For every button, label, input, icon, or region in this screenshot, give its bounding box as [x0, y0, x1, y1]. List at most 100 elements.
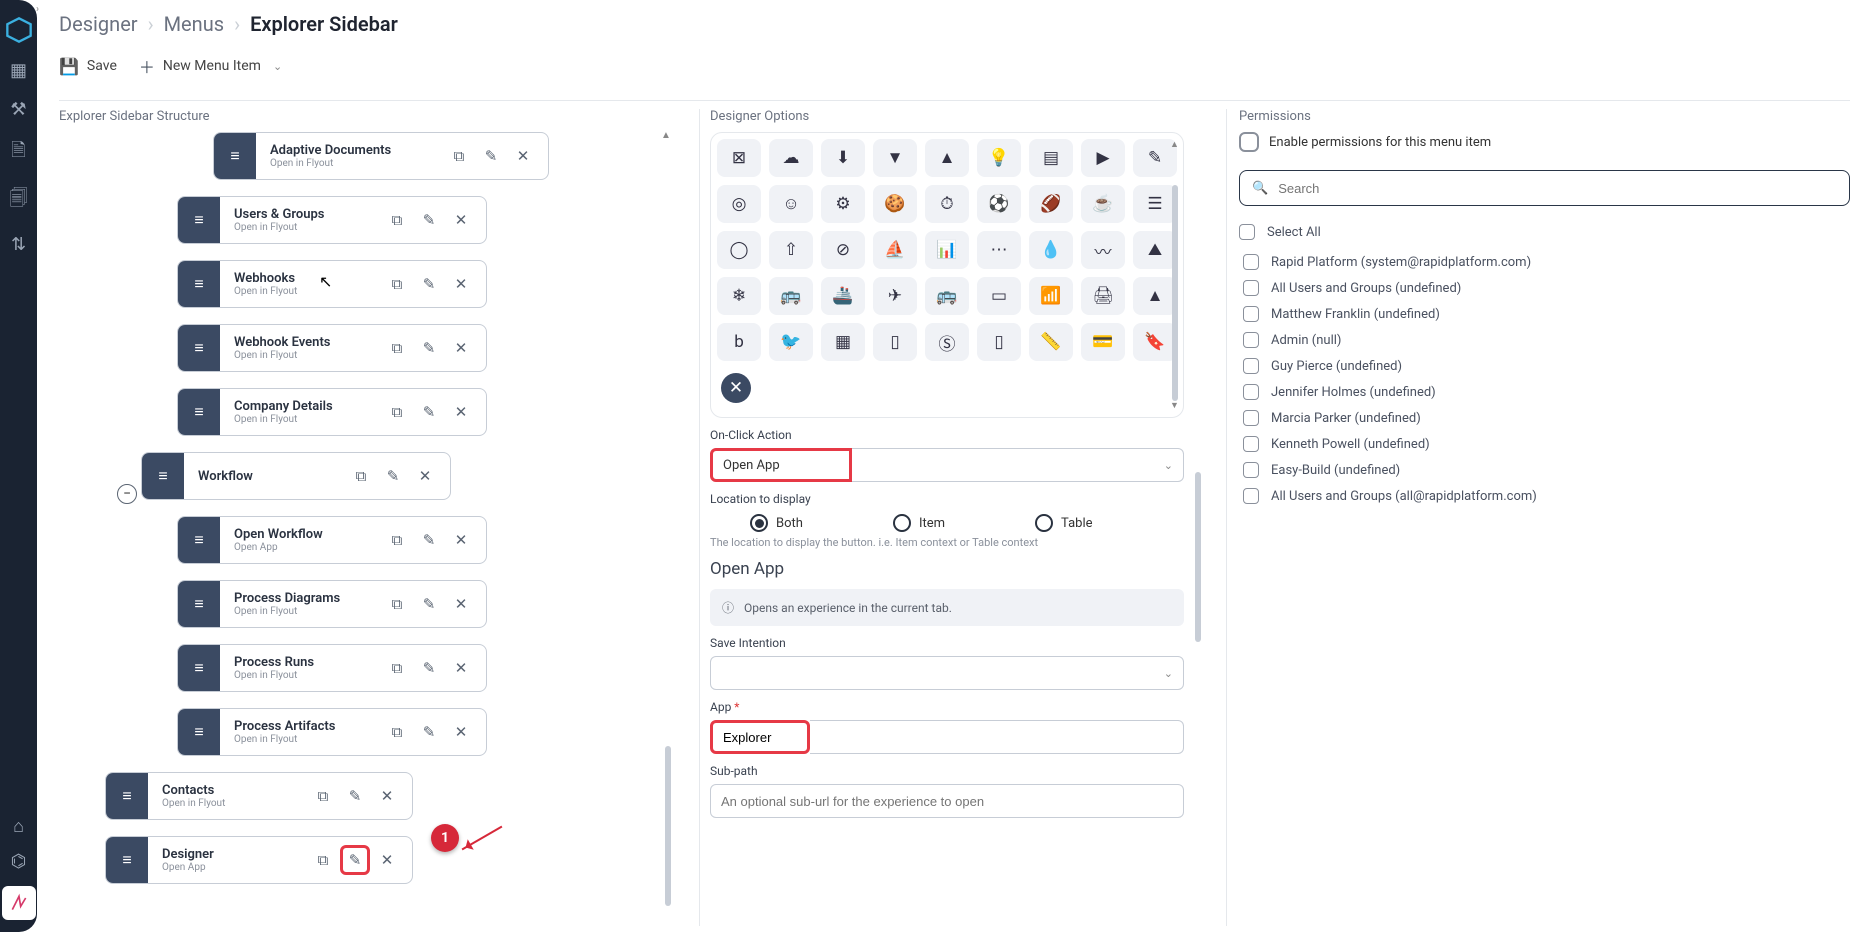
- icon-option[interactable]: 🐦: [769, 323, 813, 361]
- delete-button[interactable]: ✕: [410, 461, 440, 491]
- rail-pages-icon[interactable]: 🗐: [10, 186, 28, 216]
- delete-button[interactable]: ✕: [446, 717, 476, 747]
- rail-chart-icon[interactable]: ⇅: [11, 234, 26, 255]
- icon-option[interactable]: 💳: [1081, 323, 1125, 361]
- drag-handle-icon[interactable]: ≡: [178, 581, 220, 627]
- icon-option[interactable]: ⋯: [977, 231, 1021, 269]
- icon-option[interactable]: 🚢: [821, 277, 865, 315]
- drag-handle-icon[interactable]: ≡: [178, 261, 220, 307]
- icon-option-selected[interactable]: ✕: [721, 373, 751, 403]
- edit-button[interactable]: ✎: [414, 205, 444, 235]
- on-click-action-expand[interactable]: ⌄: [852, 448, 1184, 482]
- tree-scrollbar[interactable]: ▲: [661, 132, 675, 926]
- rail-home-icon[interactable]: ⌂: [13, 816, 24, 837]
- edit-button[interactable]: ✎: [414, 653, 444, 683]
- tree-node[interactable]: ≡Adaptive DocumentsOpen in Flyout⧉✎✕: [213, 132, 549, 180]
- icon-option[interactable]: ✈: [873, 277, 917, 315]
- icon-option[interactable]: ▭: [977, 277, 1021, 315]
- edit-button[interactable]: ✎: [414, 717, 444, 747]
- permission-checkbox[interactable]: [1243, 462, 1259, 478]
- delete-button[interactable]: ✕: [446, 653, 476, 683]
- radio-item[interactable]: Item: [893, 514, 945, 532]
- icon-option[interactable]: 💧: [1029, 231, 1073, 269]
- edit-button[interactable]: ✎: [378, 461, 408, 491]
- tree-node[interactable]: ≡Open WorkflowOpen App⧉✎✕: [177, 516, 487, 564]
- icon-option[interactable]: ☺: [769, 185, 813, 223]
- tree-node[interactable]: ≡Company DetailsOpen in Flyout⧉✎✕: [177, 388, 487, 436]
- duplicate-button[interactable]: ⧉: [346, 461, 376, 491]
- delete-button[interactable]: ✕: [446, 205, 476, 235]
- icon-option[interactable]: ▯: [873, 323, 917, 361]
- drag-handle-icon[interactable]: ≡: [106, 773, 148, 819]
- icon-option[interactable]: ◎: [717, 185, 761, 223]
- icon-option[interactable]: 🏈: [1029, 185, 1073, 223]
- icon-option[interactable]: ⛵: [873, 231, 917, 269]
- duplicate-button[interactable]: ⧉: [382, 397, 412, 427]
- delete-button[interactable]: ✕: [446, 397, 476, 427]
- permission-checkbox[interactable]: [1243, 332, 1259, 348]
- icon-option[interactable]: ☁: [769, 139, 813, 177]
- drag-handle-icon[interactable]: ≡: [178, 517, 220, 563]
- permission-checkbox[interactable]: [1243, 488, 1259, 504]
- options-scrollbar[interactable]: [1194, 132, 1202, 926]
- icon-option[interactable]: 🍪: [873, 185, 917, 223]
- radio-table[interactable]: Table: [1035, 514, 1092, 532]
- drag-handle-icon[interactable]: ≡: [106, 837, 148, 883]
- app-input[interactable]: [713, 723, 807, 751]
- duplicate-button[interactable]: ⧉: [382, 589, 412, 619]
- permission-checkbox[interactable]: [1243, 410, 1259, 426]
- drag-handle-icon[interactable]: ≡: [178, 389, 220, 435]
- icon-option[interactable]: ▶: [1081, 139, 1125, 177]
- radio-both[interactable]: Both: [750, 514, 803, 532]
- drag-handle-icon[interactable]: ≡: [178, 709, 220, 755]
- rail-doc-icon[interactable]: 🗎: [11, 138, 25, 168]
- icon-option[interactable]: ☕: [1081, 185, 1125, 223]
- duplicate-button[interactable]: ⧉: [382, 717, 412, 747]
- icon-option[interactable]: 📶: [1029, 277, 1073, 315]
- drag-handle-icon[interactable]: ≡: [214, 133, 256, 179]
- icon-option[interactable]: ▯: [977, 323, 1021, 361]
- duplicate-button[interactable]: ⧉: [308, 781, 338, 811]
- tree-node[interactable]: ≡Webhook EventsOpen in Flyout⧉✎✕: [177, 324, 487, 372]
- app-input-extended[interactable]: [810, 720, 1184, 754]
- icon-option[interactable]: ▦: [821, 323, 865, 361]
- tree-node[interactable]: ≡DesignerOpen App⧉✎✕: [105, 836, 413, 884]
- tree-node[interactable]: ≡ContactsOpen in Flyout⧉✎✕: [105, 772, 413, 820]
- rail-badge-icon[interactable]: [2, 886, 36, 920]
- duplicate-button[interactable]: ⧉: [382, 525, 412, 555]
- new-menu-item-button[interactable]: ＋ New Menu Item ⌄: [139, 54, 282, 78]
- delete-button[interactable]: ✕: [372, 781, 402, 811]
- duplicate-button[interactable]: ⧉: [444, 141, 474, 171]
- delete-button[interactable]: ✕: [446, 589, 476, 619]
- collapse-toggle[interactable]: −: [117, 484, 137, 504]
- duplicate-button[interactable]: ⧉: [382, 333, 412, 363]
- duplicate-button[interactable]: ⧉: [382, 653, 412, 683]
- tree-node[interactable]: ≡Workflow⧉✎✕: [141, 452, 451, 500]
- icon-option[interactable]: 🚌: [769, 277, 813, 315]
- drag-handle-icon[interactable]: ≡: [178, 197, 220, 243]
- rail-tools-icon[interactable]: ⚒: [10, 99, 26, 120]
- drag-handle-icon[interactable]: ≡: [178, 645, 220, 691]
- icon-option[interactable]: 〰: [1081, 231, 1125, 269]
- edit-button[interactable]: ✎: [414, 589, 444, 619]
- icon-option[interactable]: ⊠: [717, 139, 761, 177]
- rail-flow-icon[interactable]: ⌬: [11, 851, 27, 872]
- icon-option[interactable]: 🖨: [1081, 277, 1125, 315]
- icon-option[interactable]: ◯: [717, 231, 761, 269]
- edit-button[interactable]: ✎: [476, 141, 506, 171]
- icon-option[interactable]: 📊: [925, 231, 969, 269]
- select-all-checkbox[interactable]: [1239, 224, 1255, 240]
- delete-button[interactable]: ✕: [446, 525, 476, 555]
- icon-option[interactable]: ⊘: [821, 231, 865, 269]
- permission-checkbox[interactable]: [1243, 358, 1259, 374]
- permission-checkbox[interactable]: [1243, 254, 1259, 270]
- icon-option[interactable]: ⚙: [821, 185, 865, 223]
- permission-checkbox[interactable]: [1243, 280, 1259, 296]
- tree-node[interactable]: ≡Process DiagramsOpen in Flyout⧉✎✕: [177, 580, 487, 628]
- permissions-search[interactable]: 🔍: [1239, 170, 1850, 206]
- icon-option[interactable]: ▼: [873, 139, 917, 177]
- permissions-search-input[interactable]: [1278, 181, 1837, 196]
- sub-path-input[interactable]: [710, 784, 1184, 818]
- icon-option[interactable]: 💡: [977, 139, 1021, 177]
- edit-button[interactable]: ✎: [414, 269, 444, 299]
